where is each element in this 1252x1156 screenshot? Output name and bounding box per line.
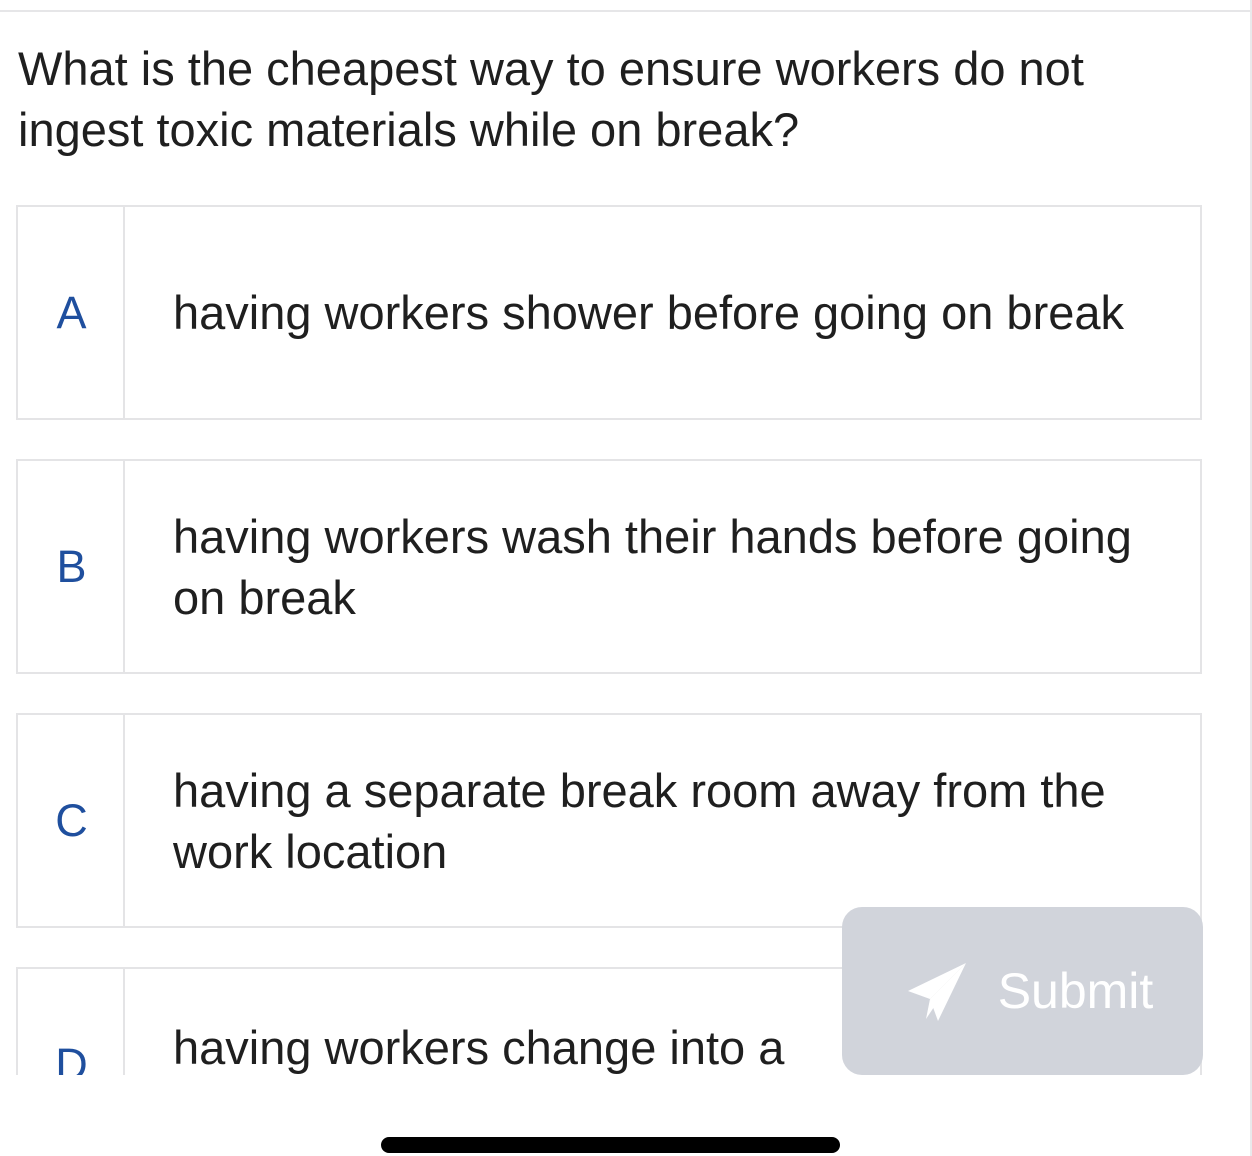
option-a[interactable]: A having workers shower before going on … bbox=[16, 205, 1202, 420]
option-text: having workers wash their hands before g… bbox=[173, 509, 1132, 624]
option-text: having a separate break room away from t… bbox=[173, 763, 1106, 878]
home-indicator[interactable] bbox=[381, 1137, 840, 1153]
option-c[interactable]: C having a separate break room away from… bbox=[16, 713, 1202, 928]
option-text-cell: having a separate break room away from t… bbox=[125, 715, 1200, 926]
paper-plane-icon bbox=[907, 963, 966, 1021]
option-b[interactable]: B having workers wash their hands before… bbox=[16, 459, 1202, 674]
option-letter-cell: A bbox=[18, 207, 125, 418]
option-letter: D bbox=[55, 1039, 88, 1075]
option-letter: B bbox=[56, 540, 87, 592]
option-text: having workers change into a bbox=[173, 1021, 785, 1074]
option-letter: C bbox=[55, 794, 88, 846]
option-text-cell: having workers shower before going on br… bbox=[125, 207, 1200, 418]
option-letter-cell: D bbox=[18, 969, 125, 1075]
option-text: having workers shower before going on br… bbox=[173, 286, 1124, 339]
option-text-cell: having workers wash their hands before g… bbox=[125, 461, 1200, 672]
option-letter-cell: C bbox=[18, 715, 125, 926]
options-list: A having workers shower before going on … bbox=[0, 0, 1252, 1075]
option-letter: A bbox=[56, 286, 87, 338]
option-letter-cell: B bbox=[18, 461, 125, 672]
submit-button[interactable]: Submit bbox=[842, 907, 1203, 1075]
submit-label: Submit bbox=[997, 963, 1154, 1019]
